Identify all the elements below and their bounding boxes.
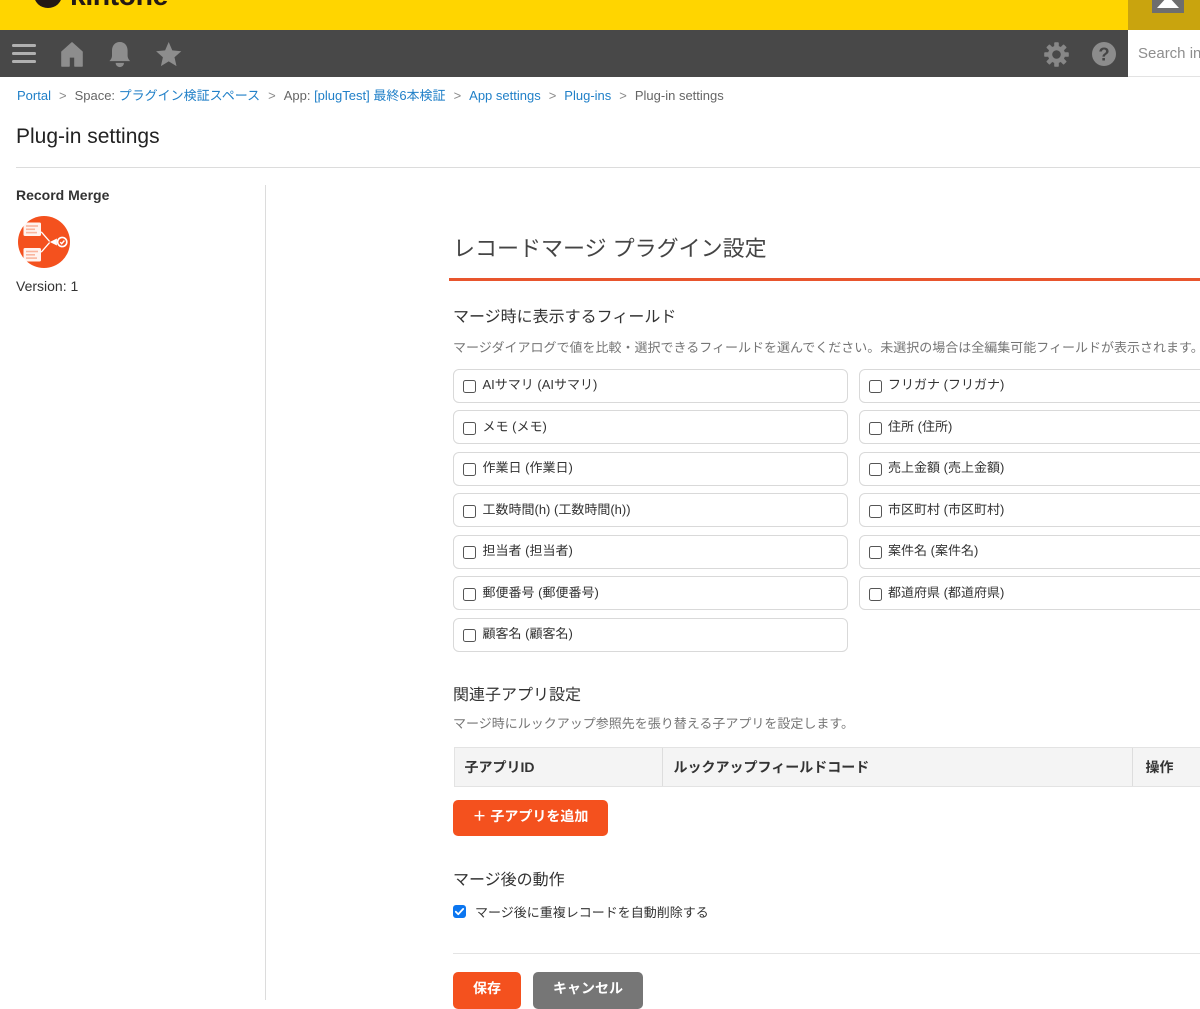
svg-text:?: ? <box>1098 44 1109 65</box>
